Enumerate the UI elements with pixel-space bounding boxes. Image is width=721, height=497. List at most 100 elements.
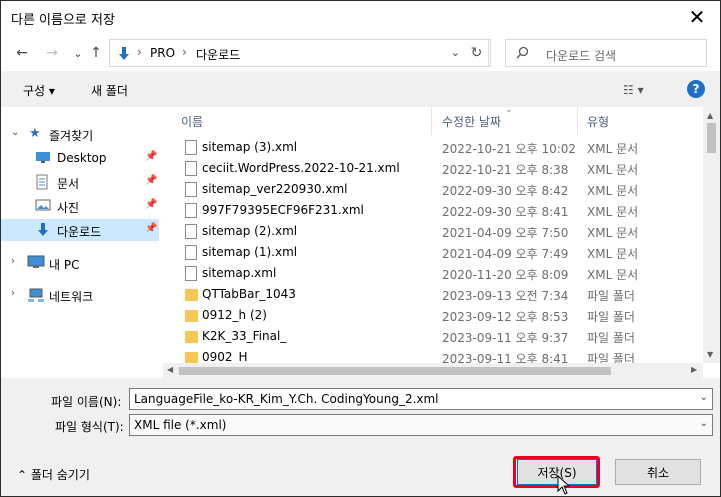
window-title: 다른 이름으로 저장 bbox=[11, 13, 115, 28]
file-row[interactable]: sitemap (1).xml 2021-04-09 오후 7:49 XML 문서 bbox=[163, 242, 703, 263]
back-arrow-icon[interactable]: ← bbox=[11, 43, 33, 63]
cancel-button[interactable]: 취소 bbox=[615, 459, 701, 485]
hide-folders-button[interactable]: ⌃ 폴더 숨기기 bbox=[17, 466, 90, 483]
filename-input[interactable]: LanguageFile_ko-KR_Kim_Y.Ch. CodingYoung… bbox=[129, 388, 713, 410]
filetype-label: 파일 형식(T): bbox=[55, 420, 124, 434]
title-bar: 다른 이름으로 저장 ✕ bbox=[1, 1, 720, 35]
download-icon bbox=[116, 46, 132, 65]
file-name: sitemap (1).xml bbox=[202, 245, 298, 259]
folder-row[interactable]: K2K_33_Final_ 2023-09-11 오후 9:37 파일 폴더 bbox=[163, 326, 703, 347]
file-type: 파일 폴더 bbox=[587, 310, 635, 324]
sidebar-item-pictures[interactable]: 사진 📌 bbox=[1, 195, 159, 217]
breadcrumb-item-pro[interactable]: PRO bbox=[150, 46, 175, 60]
file-type: XML 문서 bbox=[587, 184, 639, 198]
file-row[interactable]: sitemap_ver220930.xml 2022-09-30 오후 8:42 X… bbox=[163, 179, 703, 200]
filetype-select[interactable]: XML file (*.xml) ⌄ bbox=[129, 414, 713, 436]
filename-value: LanguageFile_ko-KR_Kim_Y.Ch. CodingYoung… bbox=[134, 392, 439, 406]
close-icon[interactable]: ✕ bbox=[674, 1, 720, 33]
folder-icon bbox=[185, 310, 198, 322]
file-name: 997F79395ECF96F231.xml bbox=[202, 203, 364, 217]
modified-date: 2020-11-20 오후 8:09 bbox=[442, 268, 569, 282]
modified-date: 2021-04-09 오후 7:50 bbox=[442, 226, 569, 240]
navigation-pane: ⌄ ★ 즐겨찾기 Desktop 📌 문서 📌 사진 📌 다운로드 📌 › 내 … bbox=[1, 107, 163, 377]
sidebar-item-label: 사진 bbox=[57, 201, 80, 215]
sidebar-item-quick-access[interactable]: ⌄ ★ 즐겨찾기 bbox=[1, 123, 159, 145]
column-header-date[interactable]: 수정한 날짜 bbox=[442, 107, 501, 135]
file-name: sitemap (3).xml bbox=[202, 140, 298, 154]
sidebar-item-documents[interactable]: 문서 📌 bbox=[1, 171, 159, 193]
organize-menu-button[interactable]: 구성 ▾ bbox=[23, 82, 55, 99]
sort-chevron-icon: ⌄ bbox=[505, 107, 513, 115]
search-icon bbox=[516, 46, 529, 63]
file-row[interactable]: sitemap.xml 2020-11-20 오후 8:09 XML 문서 bbox=[163, 263, 703, 284]
file-row[interactable]: 997F79395ECF96F231.xml 2022-09-30 오후 8:41… bbox=[163, 200, 703, 221]
horizontal-scrollbar[interactable]: ◀ ▶ bbox=[163, 363, 703, 378]
modified-date: 2023-09-12 오후 8:53 bbox=[442, 310, 569, 324]
save-as-dialog: 다른 이름으로 저장 ✕ ← → ⌄ ↑ › PRO › 다운로드 ⌄ ↻ 다운… bbox=[0, 0, 721, 497]
command-toolbar: 구성 ▾ 새 폴더 ☷ ▾ ? bbox=[1, 71, 720, 107]
scroll-up-arrow-icon[interactable]: ▲ bbox=[707, 111, 713, 120]
search-placeholder: 다운로드 검색 bbox=[546, 49, 617, 63]
pin-icon: 📌 bbox=[145, 151, 158, 162]
modified-date: 2023-09-11 오후 9:37 bbox=[442, 331, 569, 345]
modified-date: 2022-09-30 오후 8:41 bbox=[442, 205, 569, 219]
sidebar-item-network[interactable]: › 네트워크 bbox=[1, 284, 159, 306]
folder-icon bbox=[185, 352, 198, 363]
sidebar-item-desktop[interactable]: Desktop 📌 bbox=[1, 147, 159, 169]
address-bar[interactable]: › PRO › 다운로드 ⌄ bbox=[109, 39, 489, 67]
folder-row[interactable]: 0912_h (2) 2023-09-12 오후 8:53 파일 폴더 bbox=[163, 305, 703, 326]
modified-date: 2023-09-11 오후 8:41 bbox=[442, 352, 569, 363]
file-icon bbox=[185, 161, 197, 176]
up-arrow-icon[interactable]: ↑ bbox=[85, 43, 107, 63]
column-divider[interactable] bbox=[577, 107, 578, 135]
modified-date: 2023-09-13 오전 7:34 bbox=[442, 289, 569, 303]
pin-icon: 📌 bbox=[145, 175, 158, 186]
vertical-scrollbar[interactable]: ▲ ▼ bbox=[703, 107, 720, 363]
sidebar-item-label: 문서 bbox=[57, 177, 80, 191]
expand-chevron-icon[interactable]: ⌄ bbox=[11, 127, 19, 138]
file-row[interactable]: sitemap (3).xml 2022-10-21 오후 10:02 XML 문서 bbox=[163, 137, 703, 158]
sidebar-item-downloads[interactable]: 다운로드 📌 bbox=[1, 219, 159, 241]
file-name: 0912_h (2) bbox=[202, 308, 267, 322]
column-header-type[interactable]: 유형 bbox=[587, 107, 609, 135]
file-name: sitemap.xml bbox=[202, 266, 277, 280]
refresh-icon[interactable]: ↻ bbox=[463, 39, 491, 67]
address-dropdown-chevron-icon[interactable]: ⌄ bbox=[451, 46, 460, 59]
search-box[interactable]: 다운로드 검색 bbox=[505, 39, 707, 67]
scroll-right-arrow-icon[interactable]: ▶ bbox=[691, 365, 697, 374]
chevron-down-icon[interactable]: ⌄ bbox=[700, 418, 708, 429]
file-type: XML 문서 bbox=[587, 247, 639, 261]
scroll-left-arrow-icon[interactable]: ◀ bbox=[167, 365, 173, 374]
scroll-down-arrow-icon[interactable]: ▼ bbox=[707, 350, 713, 359]
filename-label: 파일 이름(N): bbox=[51, 395, 122, 409]
pictures-icon bbox=[35, 198, 51, 214]
modified-date: 2022-10-21 오후 10:02 bbox=[442, 142, 577, 156]
file-row[interactable]: ceciit.WordPress.2022-10-21.xml 2022-10-2… bbox=[163, 158, 703, 179]
breadcrumb-item-downloads[interactable]: 다운로드 bbox=[196, 46, 240, 63]
expand-chevron-icon[interactable]: › bbox=[11, 256, 15, 267]
file-name: QTTabBar_1043 bbox=[202, 287, 296, 301]
file-row[interactable]: sitemap (2).xml 2021-04-09 오후 7:50 XML 문서 bbox=[163, 221, 703, 242]
folder-icon bbox=[185, 289, 198, 301]
new-folder-button[interactable]: 새 폴더 bbox=[91, 82, 128, 99]
network-icon bbox=[27, 287, 44, 303]
dialog-footer: 파일 이름(N): LanguageFile_ko-KR_Kim_Y.Ch. C… bbox=[1, 378, 720, 496]
chevron-down-icon[interactable]: ⌄ bbox=[700, 392, 708, 403]
breadcrumb-separator-icon: › bbox=[182, 45, 187, 59]
column-header-name[interactable]: 이름 bbox=[181, 107, 203, 135]
column-divider[interactable] bbox=[431, 107, 432, 135]
scrollbar-thumb[interactable] bbox=[707, 123, 716, 153]
sidebar-item-this-pc[interactable]: › 내 PC bbox=[1, 252, 159, 274]
file-icon bbox=[185, 182, 197, 197]
folder-row[interactable]: QTTabBar_1043 2023-09-13 오전 7:34 파일 폴더 bbox=[163, 284, 703, 305]
folder-row[interactable]: 0902_H 2023-09-11 오후 8:41 파일 폴더 bbox=[163, 347, 703, 363]
scrollbar-thumb[interactable] bbox=[179, 367, 611, 375]
help-icon[interactable]: ? bbox=[687, 80, 705, 98]
view-options-icon[interactable]: ☷ ▾ bbox=[623, 83, 644, 97]
file-type: XML 문서 bbox=[587, 205, 639, 219]
sidebar-item-label: 내 PC bbox=[49, 258, 80, 272]
sidebar-item-label: 네트워크 bbox=[49, 290, 94, 304]
forward-arrow-icon[interactable]: → bbox=[41, 43, 63, 63]
expand-chevron-icon[interactable]: › bbox=[11, 288, 15, 299]
file-type: 파일 폴더 bbox=[587, 289, 635, 303]
